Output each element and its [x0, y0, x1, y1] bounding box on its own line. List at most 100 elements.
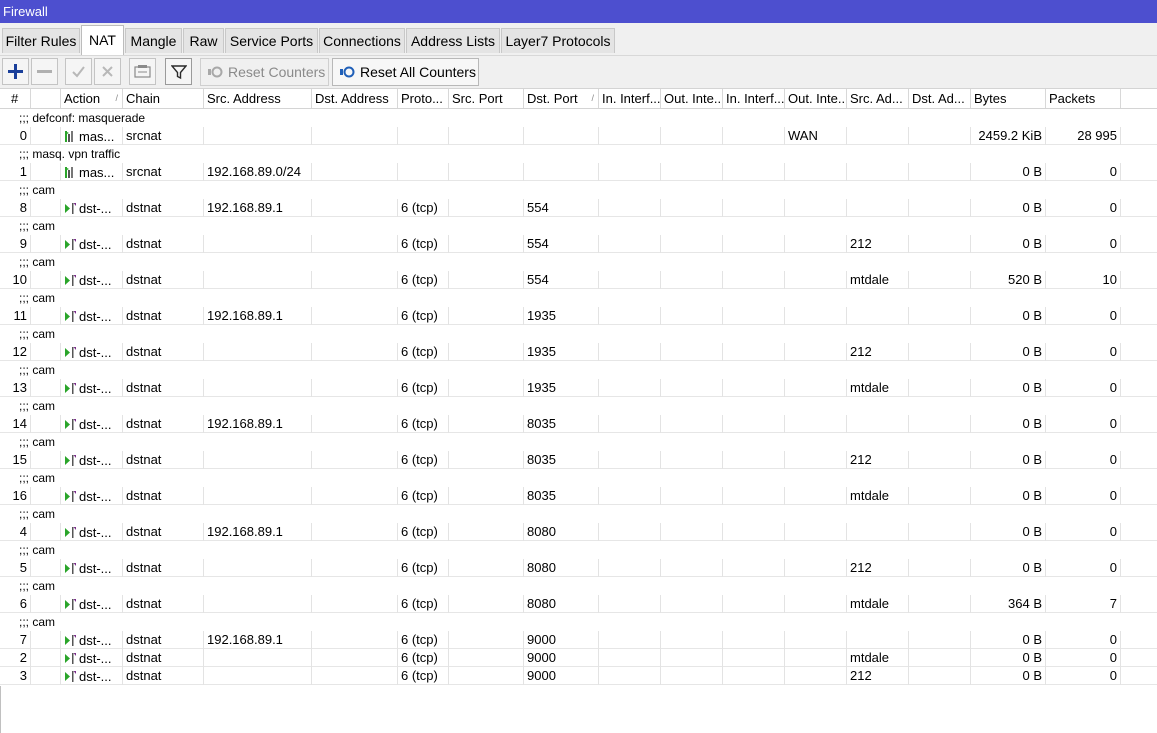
table-row[interactable]: 7 dst-... dstnat 192.168.89.1 6 (tcp) 9000 0 B…	[0, 631, 1157, 649]
col-packets[interactable]: Packets	[1046, 89, 1121, 108]
col-src-address-list[interactable]: Src. Ad...	[847, 89, 909, 108]
cell-in-interface	[599, 523, 661, 541]
cell-flags	[31, 523, 61, 541]
cell-src-address-list	[847, 127, 909, 145]
cell-bytes: 0 B	[971, 415, 1046, 433]
comment-row[interactable]: ;;; cam	[0, 253, 1157, 271]
rule-comment: ;;; cam	[19, 399, 56, 413]
remove-button[interactable]	[31, 58, 58, 85]
rule-comment: ;;; cam	[19, 435, 56, 449]
table-row[interactable]: 0 mas... srcnat WAN 2459.2 KiB 28 995	[0, 127, 1157, 145]
tab-service-ports[interactable]: Service Ports	[225, 28, 318, 53]
tab-connections[interactable]: Connections	[319, 28, 405, 53]
cell-src-address-list	[847, 523, 909, 541]
add-button[interactable]	[2, 58, 29, 85]
cell-action: dst-...	[61, 595, 123, 613]
comment-row[interactable]: ;;; cam	[0, 325, 1157, 343]
col-chain[interactable]: Chain	[123, 89, 204, 108]
tab-raw[interactable]: Raw	[183, 28, 224, 53]
action-label: dst-...	[79, 488, 112, 504]
comment-row[interactable]: ;;; cam	[0, 361, 1157, 379]
col-dst-address[interactable]: Dst. Address	[312, 89, 398, 108]
cell-bytes: 0 B	[971, 379, 1046, 397]
comment-row[interactable]: ;;; masq. vpn traffic	[0, 145, 1157, 163]
cell-src-port	[449, 487, 524, 505]
filter-button[interactable]	[165, 58, 192, 85]
table-row[interactable]: 14 dst-... dstnat 192.168.89.1 6 (tcp) 8035 0 …	[0, 415, 1157, 433]
table-row[interactable]: 12 dst-... dstnat 6 (tcp) 1935 212 0 B0	[0, 343, 1157, 361]
reset-all-counters-button[interactable]: Reset All Counters	[332, 58, 479, 86]
table-row[interactable]: 3 dst-... dstnat 6 (tcp) 9000 212 0 B0	[0, 667, 1157, 685]
table-row[interactable]: 13 dst-... dstnat 6 (tcp) 1935 mtdale 0 B0	[0, 379, 1157, 397]
col-in-interface[interactable]: In. Interf...	[599, 89, 661, 108]
enable-button[interactable]	[65, 58, 92, 85]
tab-nat[interactable]: NAT	[81, 25, 124, 55]
col-out-interface-list[interactable]: Out. Inte...	[785, 89, 847, 108]
table-row[interactable]: 15 dst-... dstnat 6 (tcp) 8035 212 0 B0	[0, 451, 1157, 469]
comment-row[interactable]: ;;; cam	[0, 217, 1157, 235]
table-row[interactable]: 11 dst-... dstnat 192.168.89.1 6 (tcp) 1935 0 …	[0, 307, 1157, 325]
table-row[interactable]: 2 dst-... dstnat 6 (tcp) 9000 mtdale 0 B0	[0, 649, 1157, 667]
tab-layer7-protocols[interactable]: Layer7 Protocols	[501, 28, 615, 53]
col-dst-port[interactable]: Dst. Port /	[524, 89, 599, 108]
cell-action: dst-...	[61, 559, 123, 577]
comment-row[interactable]: ;;; cam	[0, 577, 1157, 595]
rule-comment: ;;; cam	[19, 327, 56, 341]
col-dst-address-list[interactable]: Dst. Ad...	[909, 89, 971, 108]
comment-row[interactable]: ;;; cam	[0, 289, 1157, 307]
cell-action: dst-...	[61, 415, 123, 433]
cell-src-address-list: mtdale	[847, 379, 909, 397]
cell-dst-address	[312, 559, 398, 577]
cell-out-interface-list	[785, 235, 847, 253]
cell-dst-address	[312, 667, 398, 685]
cell-src-address-list: mtdale	[847, 649, 909, 667]
col-bytes[interactable]: Bytes	[971, 89, 1046, 108]
table-row[interactable]: 8 dst-... dstnat 192.168.89.1 6 (tcp) 554 0 B0	[0, 199, 1157, 217]
table-row[interactable]: 5 dst-... dstnat 6 (tcp) 8080 212 0 B0	[0, 559, 1157, 577]
col-protocol[interactable]: Proto...	[398, 89, 449, 108]
action-label: dst-...	[79, 308, 112, 324]
cell-out-interface	[661, 559, 723, 577]
tab-mangle[interactable]: Mangle	[125, 28, 182, 53]
cell-num: 14	[0, 415, 31, 433]
comment-row[interactable]: ;;; defconf: masquerade	[0, 109, 1157, 127]
comment-row[interactable]: ;;; cam	[0, 613, 1157, 631]
disable-button[interactable]	[94, 58, 121, 85]
comment-row[interactable]: ;;; cam	[0, 541, 1157, 559]
col-num[interactable]: #	[0, 89, 31, 108]
table-row[interactable]: 10 dst-... dstnat 6 (tcp) 554 mtdale 520 B 10	[0, 271, 1157, 289]
dst-nat-icon	[65, 202, 76, 214]
reset-all-counters-icon	[340, 66, 355, 78]
cell-dst-port: 9000	[524, 649, 599, 667]
cell-out-interface	[661, 379, 723, 397]
cell-dst-port: 8080	[524, 595, 599, 613]
comment-button[interactable]	[129, 58, 156, 85]
col-action[interactable]: Action /	[61, 89, 123, 108]
col-src-port[interactable]: Src. Port	[449, 89, 524, 108]
col-flags[interactable]	[31, 89, 61, 108]
table-row[interactable]: 16 dst-... dstnat 6 (tcp) 8035 mtdale 0 B0	[0, 487, 1157, 505]
comment-row[interactable]: ;;; cam	[0, 181, 1157, 199]
dst-nat-icon	[65, 526, 76, 538]
comment-row[interactable]: ;;; cam	[0, 397, 1157, 415]
comment-row[interactable]: ;;; cam	[0, 505, 1157, 523]
comment-row[interactable]: ;;; cam	[0, 433, 1157, 451]
cell-num: 6	[0, 595, 31, 613]
reset-counters-button[interactable]: Reset Counters	[200, 58, 329, 86]
comment-row[interactable]: ;;; cam	[0, 469, 1157, 487]
table-row[interactable]: 9 dst-... dstnat 6 (tcp) 554 212 0 B0	[0, 235, 1157, 253]
col-src-address[interactable]: Src. Address	[204, 89, 312, 108]
tab-filter-rules[interactable]: Filter Rules	[2, 28, 80, 53]
col-out-interface[interactable]: Out. Inte...	[661, 89, 723, 108]
table-row[interactable]: 6 dst-... dstnat 6 (tcp) 8080 mtdale 364 B7	[0, 595, 1157, 613]
cell-num: 9	[0, 235, 31, 253]
cell-chain: dstnat	[123, 667, 204, 685]
table-row[interactable]: 1 mas... srcnat 192.168.89.0/24 0 B0	[0, 163, 1157, 181]
table-row[interactable]: 4 dst-... dstnat 192.168.89.1 6 (tcp) 8080 0 B…	[0, 523, 1157, 541]
col-in-interface-list[interactable]: In. Interf...	[723, 89, 785, 108]
cell-out-interface-list	[785, 559, 847, 577]
cell-out-interface	[661, 163, 723, 181]
tab-address-lists[interactable]: Address Lists	[406, 28, 500, 53]
cell-action: dst-...	[61, 379, 123, 397]
cell-in-interface	[599, 235, 661, 253]
